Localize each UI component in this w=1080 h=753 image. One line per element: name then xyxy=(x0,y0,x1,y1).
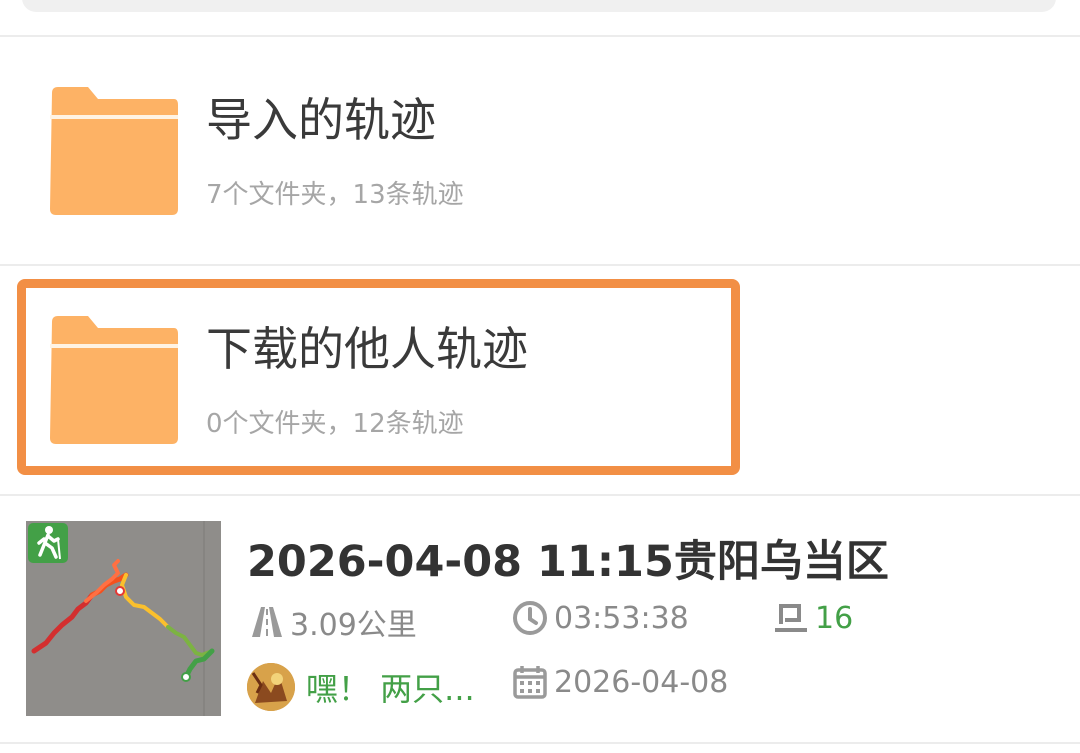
author-name[interactable]: 嘿！ 两只... xyxy=(306,664,475,710)
search-bar[interactable] xyxy=(22,0,1056,12)
duration-stat: 03:53:38 xyxy=(512,600,689,636)
duration-value: 03:53:38 xyxy=(554,600,689,636)
distance-stat: 3.09公里 xyxy=(250,600,417,644)
author-avatar[interactable] xyxy=(247,663,295,711)
folder-subtitle: 0个文件夹，12条轨迹 xyxy=(206,409,464,439)
track-list-item[interactable]: 2026-04-08 11:15贵阳乌当区 3.09公里 03:53:38 16… xyxy=(0,497,1080,737)
folder-icon xyxy=(48,85,180,217)
folder-title: 下载的他人轨迹 xyxy=(206,322,528,376)
road-icon xyxy=(252,607,282,637)
date-value: 2026-04-08 xyxy=(554,664,729,700)
calendar-icon xyxy=(513,666,547,699)
folder-icon xyxy=(48,314,180,446)
folder-subtitle: 7个文件夹，13条轨迹 xyxy=(206,180,464,210)
divider xyxy=(0,742,1080,744)
hiking-icon xyxy=(28,523,68,563)
clock-icon xyxy=(513,601,547,635)
distance-value: 3.09公里 xyxy=(290,608,417,643)
folder-row-imported-tracks[interactable]: 导入的轨迹 7个文件夹，13条轨迹 xyxy=(0,37,1080,267)
waypoints-value: 16 xyxy=(815,600,854,636)
track-map-thumbnail[interactable] xyxy=(26,521,221,716)
divider xyxy=(0,494,1080,496)
waypoint-flag-icon xyxy=(775,604,807,632)
folder-title: 导入的轨迹 xyxy=(206,93,436,147)
track-title: 2026-04-08 11:15贵阳乌当区 xyxy=(247,537,889,587)
date-stat: 2026-04-08 xyxy=(512,664,728,700)
folder-row-downloaded-tracks[interactable]: 下载的他人轨迹 0个文件夹，12条轨迹 xyxy=(0,266,1080,496)
track-folder-list: 导入的轨迹 7个文件夹，13条轨迹 下载的他人轨迹 0个文件夹，12条轨迹 20… xyxy=(0,0,1080,753)
waypoints-stat: 16 xyxy=(773,600,853,636)
